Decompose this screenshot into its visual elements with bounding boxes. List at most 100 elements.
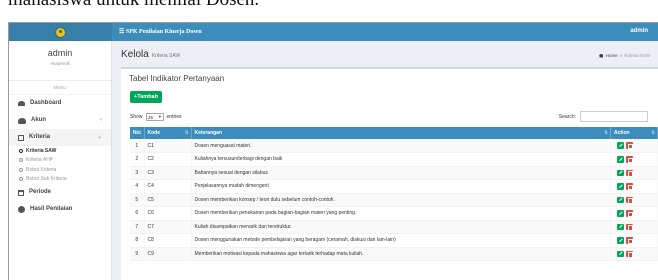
table-row: 8 C8 Dosen menggunakan metode pembelajar… <box>130 233 658 248</box>
box-title: Tabel Indikator Pertanyaan <box>129 74 225 83</box>
user-role: Akademik <box>50 61 70 66</box>
edit-button[interactable] <box>617 156 624 163</box>
sidebar-item-dashboard[interactable]: Dashboard <box>9 95 111 112</box>
cell-kode: C4 <box>144 179 192 194</box>
table-row: 5 C5 Dosen memberikan konsep / teori dul… <box>130 193 658 207</box>
column-header-kode[interactable]: Kode ⇅ <box>144 127 192 139</box>
page-subtitle: Kriteria SAW <box>151 53 181 59</box>
sort-icon: ⇅ <box>184 130 189 135</box>
cell-keterangan: Penjelasannya mudah dimengerti <box>191 179 611 194</box>
user-menu[interactable]: admin <box>630 28 648 34</box>
cell-no: 7 <box>130 220 145 234</box>
cell-no: 6 <box>130 206 145 221</box>
sidebar-item-akun[interactable]: Akun ‹ <box>9 112 111 129</box>
sort-icon: ⇅ <box>604 130 608 135</box>
add-button[interactable]: +Tambah <box>130 91 162 103</box>
sidebar-subitem-bobot-sub-kriteria[interactable]: Bobot Sub Kriteria <box>9 175 111 185</box>
table-box: Tabel Indikator Pertanyaan +Tambah Show … <box>121 67 658 280</box>
table-row: 1 C1 Dosen menguasai materi. <box>130 139 658 153</box>
sidebar-item-label: Kriteria <box>29 134 51 140</box>
cell-action <box>610 193 658 207</box>
entries-select-value: 25 <box>148 114 154 120</box>
delete-button[interactable] <box>625 156 633 163</box>
entries-select[interactable]: 25 ▾ <box>145 113 164 121</box>
circle-icon <box>19 148 23 153</box>
sidebar-item-kriteria[interactable]: Kriteria ⌄ <box>9 129 111 146</box>
sidebar-item-label: Dashboard <box>30 100 62 106</box>
sidebar-item-hasil-penilaian[interactable]: Hasil Penilaian <box>9 201 111 218</box>
delete-button[interactable] <box>625 223 633 230</box>
sidebar-item-label: Periode <box>29 189 52 195</box>
cell-no: 4 <box>130 179 145 194</box>
cell-kode: C1 <box>144 139 192 153</box>
sidebar-item-periode[interactable]: Periode <box>9 184 111 201</box>
column-header-keterangan[interactable]: Keterangan ⇅ <box>191 127 611 139</box>
edit-button[interactable] <box>617 196 624 203</box>
table-row: 2 C2 Kuliahnya tersusun/terbagi dengan b… <box>130 152 658 167</box>
edit-button[interactable] <box>617 169 624 176</box>
cell-action <box>610 233 658 248</box>
table-header-row: No ⇅ Kode ⇅ Keterangan ⇅ Action ⇅ <box>130 127 658 139</box>
column-header-action[interactable]: Action ⇅ <box>610 127 658 139</box>
page-title-text: Kelola <box>121 49 149 60</box>
circle-icon <box>19 167 23 172</box>
logo[interactable] <box>9 23 112 41</box>
search-input[interactable] <box>580 111 648 122</box>
breadcrumb-current: Kriteria SAW <box>624 53 650 58</box>
delete-button[interactable] <box>625 142 633 149</box>
cell-action <box>610 247 658 261</box>
edit-button[interactable] <box>617 210 624 217</box>
column-header-label: Kode <box>147 130 161 136</box>
sort-icon: ⇅ <box>651 130 655 135</box>
delete-button[interactable] <box>625 250 633 257</box>
delete-button[interactable] <box>625 169 633 176</box>
cell-action <box>610 179 658 194</box>
calendar-icon <box>18 189 24 196</box>
document-caption-line: mahasiswa untuk menilai Dosen. <box>8 0 658 22</box>
sidebar-subitem-label: Kriteria SAW <box>26 147 57 154</box>
sidebar-subitem-label: Kriteria AHP <box>26 157 54 164</box>
cell-keterangan: Dosen menggunakan metode pembelajaran ya… <box>191 233 611 248</box>
cell-action <box>610 166 658 180</box>
content-wrapper: Kelola Kriteria SAW Home > Kriteria SAW T… <box>112 41 658 280</box>
cell-keterangan: Dosen menguasai materi. <box>191 139 611 153</box>
breadcrumb-home[interactable]: Home <box>606 53 618 58</box>
chevron-down-icon: ▾ <box>158 114 162 119</box>
show-label: Show <box>130 114 143 120</box>
university-seal-icon <box>55 26 66 38</box>
sidebar-subitem-kriteria-saw[interactable]: Kriteria SAW <box>9 146 111 156</box>
page-title: Kelola Kriteria SAW <box>121 49 180 60</box>
column-header-no[interactable]: No ⇅ <box>130 127 145 139</box>
delete-button[interactable] <box>625 196 633 203</box>
app-title[interactable]: ☰ SPK Penilaian Kinerja Dosen <box>119 28 202 35</box>
edit-button[interactable] <box>617 237 624 244</box>
user-name: admin <box>47 48 73 58</box>
table-row: 3 C3 Bahannya sesuai dengan silabus <box>130 166 658 180</box>
cell-keterangan: Bahannya sesuai dengan silabus <box>191 166 611 180</box>
edit-button[interactable] <box>617 183 624 190</box>
cell-no: 1 <box>130 139 145 153</box>
sidebar-subitem-bobot-kriteria[interactable]: Bobot Kriteria <box>9 165 111 175</box>
pie-chart-icon <box>18 206 25 213</box>
users-icon <box>18 117 26 124</box>
sidebar: admin Akademik MENU Dashboard Akun ‹ Kri… <box>9 41 112 280</box>
sidebar-subitem-kriteria-ahp[interactable]: Kriteria AHP <box>9 156 111 166</box>
breadcrumb-separator: > <box>619 53 623 58</box>
cell-keterangan: Memberikan motivasi kepada mahasiswa aga… <box>191 247 611 261</box>
cell-kode: C2 <box>144 152 192 167</box>
delete-button[interactable] <box>625 237 633 244</box>
user-panel: admin Akademik <box>9 41 111 81</box>
edit-button[interactable] <box>617 250 624 257</box>
home-icon <box>598 53 604 58</box>
delete-button[interactable] <box>625 183 633 190</box>
edit-button[interactable] <box>617 223 624 230</box>
edit-button[interactable] <box>617 142 624 149</box>
sort-icon: ⇅ <box>137 130 142 135</box>
chevron-down-icon: ⌄ <box>96 134 102 140</box>
menu-header: MENU <box>9 81 111 95</box>
cell-action <box>610 152 658 167</box>
delete-button[interactable] <box>625 210 633 217</box>
dashboard-icon <box>18 101 25 106</box>
cell-no: 8 <box>130 233 145 248</box>
cell-kode: C5 <box>144 193 192 207</box>
